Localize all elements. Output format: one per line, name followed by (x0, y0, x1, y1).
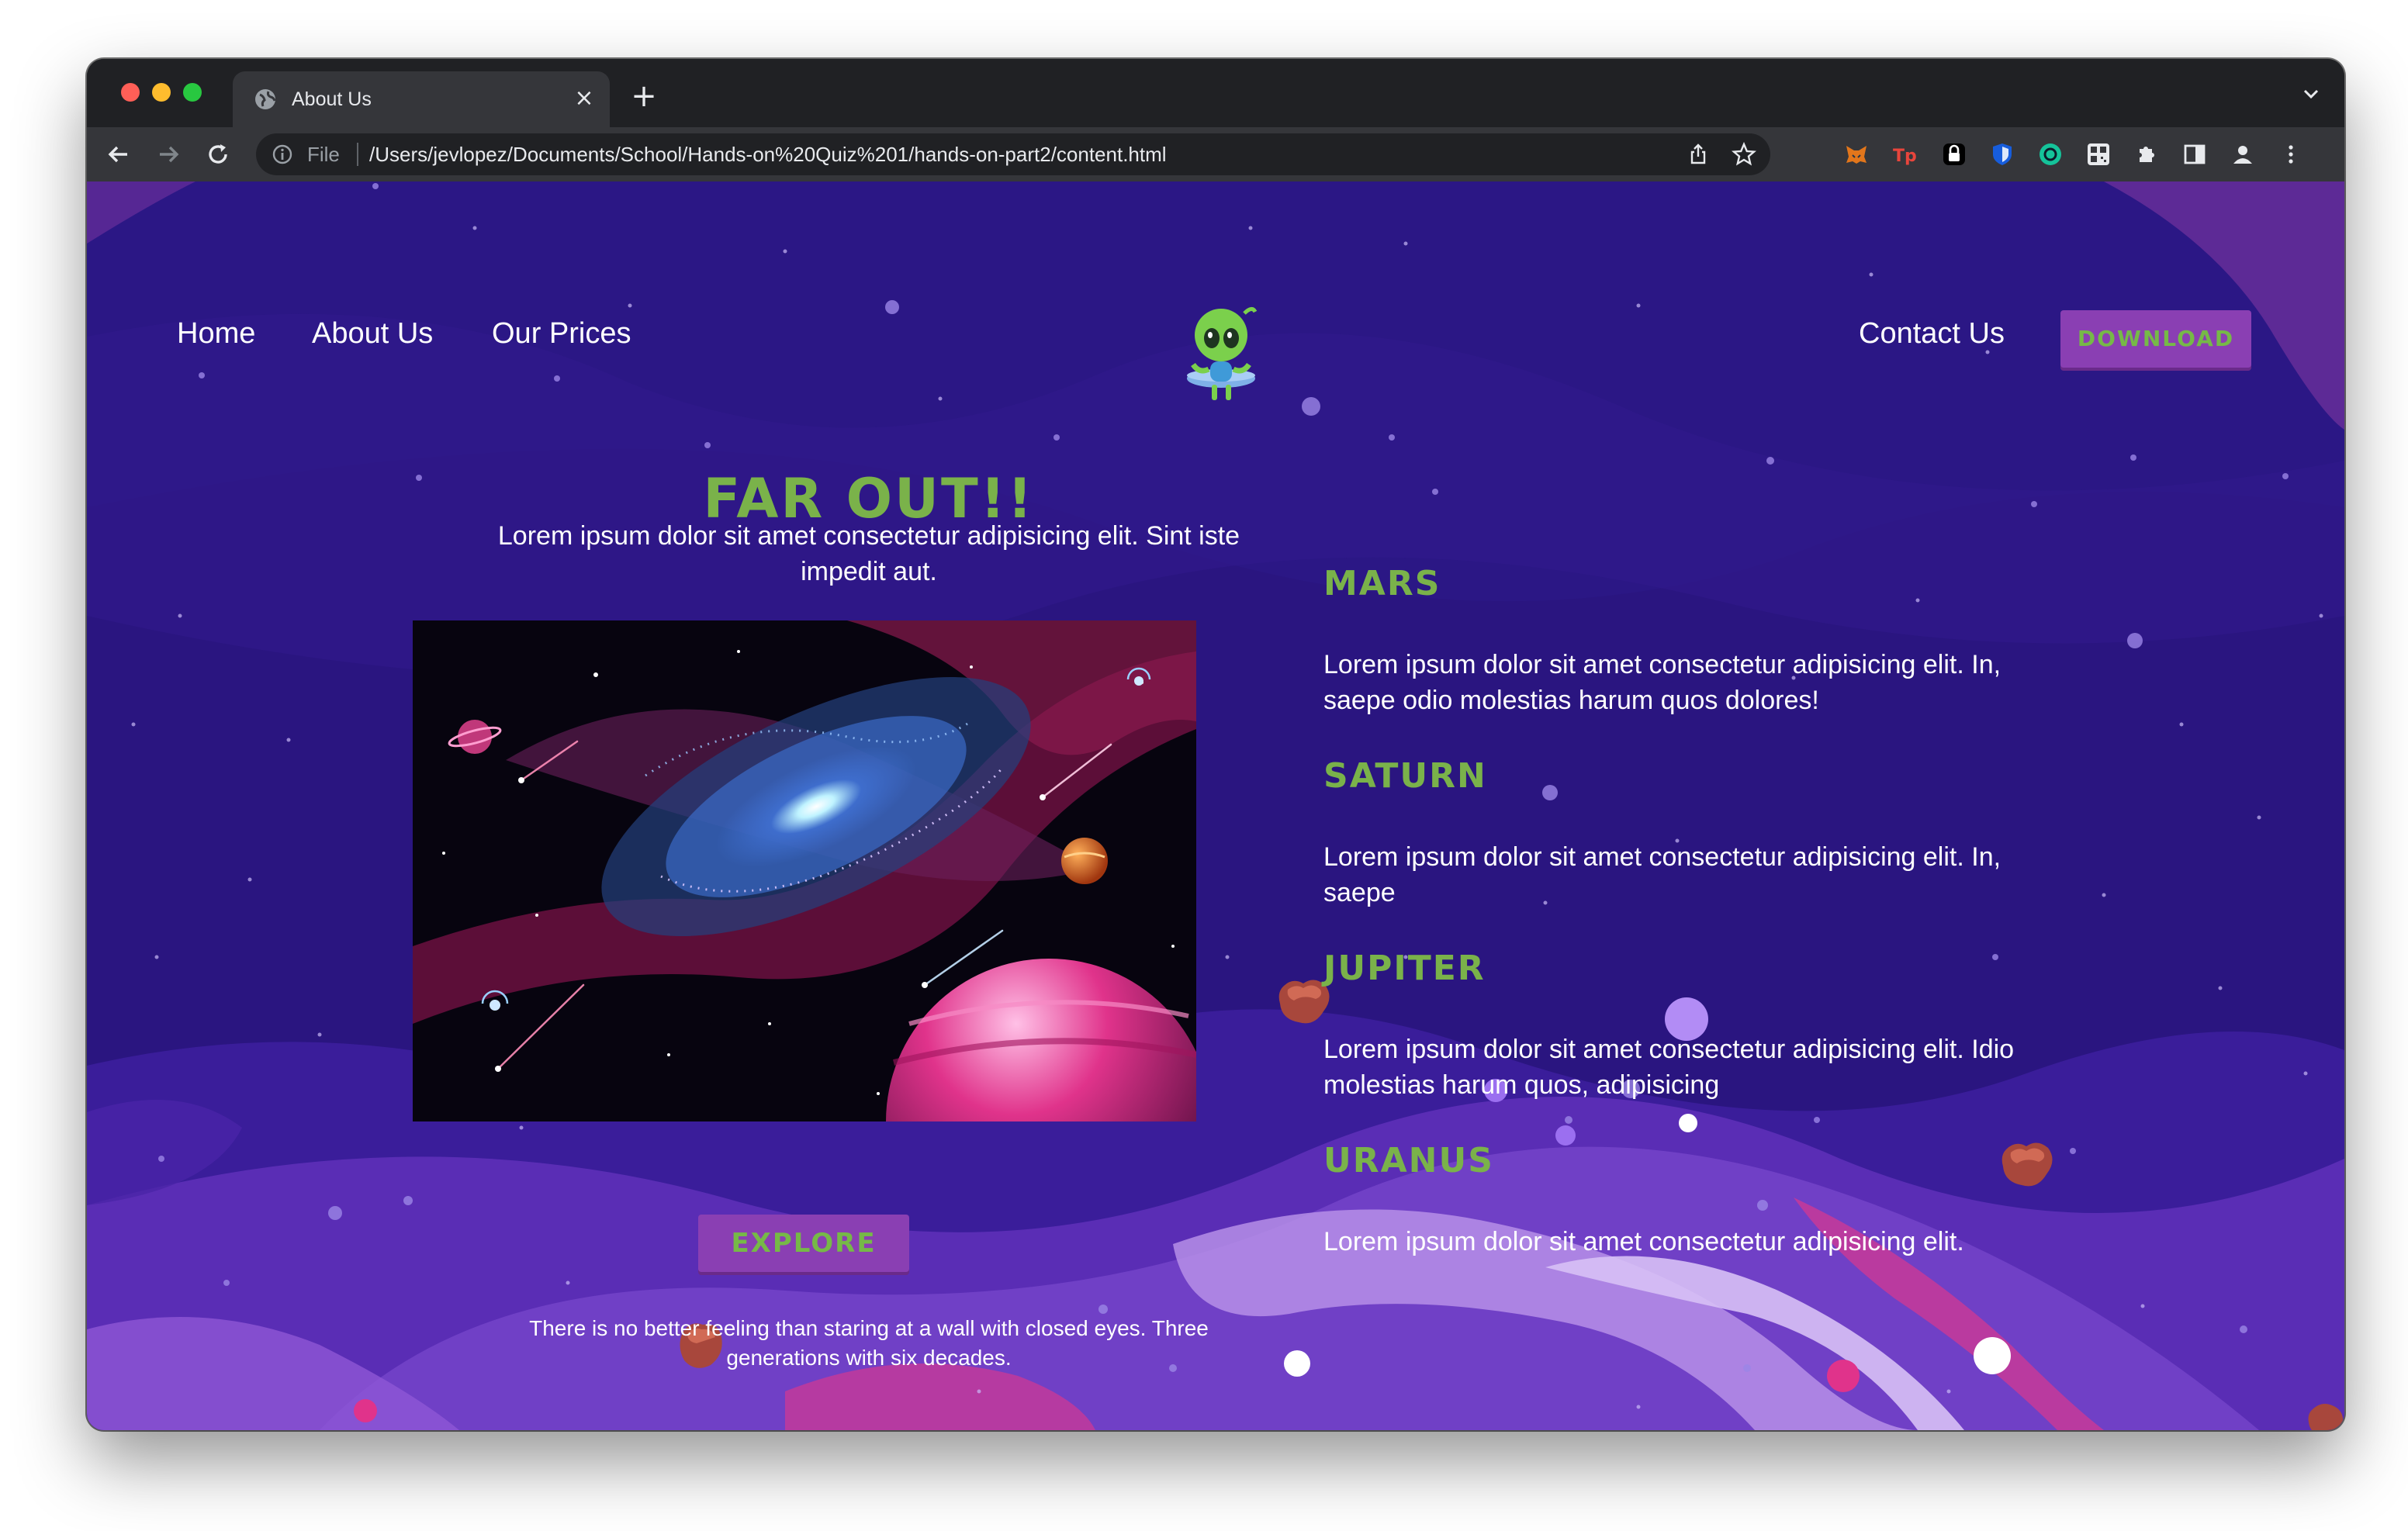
info-icon[interactable] (272, 143, 293, 165)
lock-icon[interactable] (1941, 141, 1967, 168)
tp-icon[interactable]: Tp (1891, 141, 1918, 168)
browser-tab[interactable]: About Us × (233, 71, 610, 127)
grammarly-icon[interactable] (2037, 141, 2064, 168)
qr-icon[interactable] (2085, 141, 2112, 168)
address-url[interactable]: /Users/jevlopez/Documents/School/Hands-o… (369, 143, 1167, 165)
tab-title: About Us (292, 88, 372, 110)
chevron-down-icon[interactable] (2299, 82, 2323, 105)
planet-text-saturn: Lorem ipsum dolor sit amet consectetur a… (1323, 842, 2001, 907)
close-window-button[interactable] (121, 83, 140, 102)
browser-window: About Us × + File /Users/jevlopez/Docume… (87, 59, 2344, 1430)
kebab-menu-icon[interactable] (2278, 141, 2304, 168)
explore-button[interactable]: EXPLORE (698, 1215, 909, 1272)
nav-link-contact-us[interactable]: Contact Us (1859, 315, 2005, 352)
address-bar[interactable]: File /Users/jevlopez/Documents/School/Ha… (256, 133, 1770, 175)
metamask-icon[interactable] (1843, 141, 1870, 168)
forward-arrow-icon[interactable] (154, 140, 183, 169)
share-icon[interactable] (1687, 143, 1710, 166)
tab-close-icon[interactable]: × (573, 87, 596, 110)
planet-text-jupiter: Lorem ipsum dolor sit amet consectetur a… (1323, 1035, 2015, 1100)
hero-footnote: There is no better feeling than staring … (529, 1316, 1209, 1370)
asteroid-icon (2001, 1142, 2053, 1187)
address-divider (357, 143, 358, 166)
shield-icon[interactable] (1989, 141, 2015, 168)
planet-text-uranus: Lorem ipsum dolor sit amet consectetur a… (1323, 1227, 1964, 1256)
planet-title-uranus: URANUS (1323, 1141, 1494, 1180)
bookmark-star-icon[interactable] (1732, 142, 1756, 167)
nav-link-our-prices[interactable]: Our Prices (492, 315, 631, 352)
back-arrow-icon[interactable] (104, 140, 133, 169)
tab-strip: About Us × + (87, 59, 2344, 127)
page-viewport: Home About Us Our Prices Contact Us DOWN… (87, 181, 2344, 1430)
puzzle-icon[interactable] (2133, 141, 2160, 168)
planet-title-mars: MARS (1323, 564, 1441, 603)
sidebar-icon[interactable] (2181, 141, 2208, 168)
browser-toolbar: File /Users/jevlopez/Documents/School/Ha… (87, 127, 2344, 181)
asteroid-icon (2308, 1404, 2344, 1430)
new-tab-button[interactable]: + (627, 79, 661, 113)
minimize-window-button[interactable] (152, 83, 171, 102)
alien-logo-icon[interactable] (1182, 304, 1260, 406)
nav-link-about-us[interactable]: About Us (312, 315, 433, 352)
decor-dot (354, 1399, 377, 1422)
planet-title-saturn: SATURN (1323, 756, 1487, 796)
planet-text-mars: Lorem ipsum dolor sit amet consectetur a… (1323, 650, 2001, 715)
maximize-window-button[interactable] (183, 83, 202, 102)
svg-text:Tp: Tp (1893, 147, 1917, 166)
globe-icon (255, 89, 276, 109)
address-scheme-label: File (307, 143, 340, 166)
hero-lead-text: Lorem ipsum dolor sit amet consectetur a… (497, 521, 1240, 586)
planet-title-jupiter: JUPITER (1323, 949, 1486, 988)
galaxy-image (413, 620, 1196, 1121)
download-button[interactable]: DOWNLOAD (2060, 310, 2251, 368)
reload-icon[interactable] (203, 140, 233, 169)
nav-link-home[interactable]: Home (177, 315, 255, 352)
profile-icon[interactable] (2230, 141, 2256, 168)
